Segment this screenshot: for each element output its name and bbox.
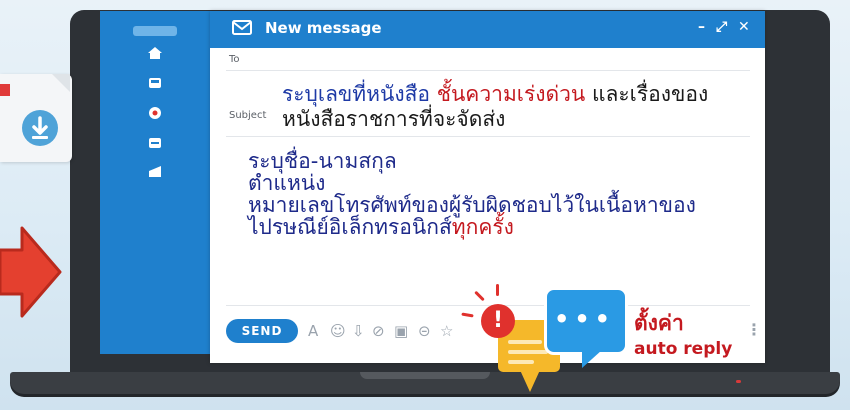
close-icon[interactable]: ✕ (738, 19, 750, 35)
subject-label: Subject (229, 110, 267, 121)
to-label: To (229, 54, 240, 65)
drafts-icon[interactable] (146, 136, 164, 150)
subject-field[interactable]: ระบุเลขที่หนังสือ ชั้นความเร่งด่วน และเร… (282, 82, 762, 132)
alert-ray (496, 284, 499, 296)
chat-bubble-blue-tail (582, 350, 602, 368)
body-line-email-text: ไปรษณีย์อิเล็กทรอนิกส์ (248, 215, 452, 239)
body-line-email-emphasis: ทุกครั้ง (451, 215, 514, 239)
alert-icon: ! (481, 304, 515, 338)
to-field[interactable] (226, 70, 750, 71)
minimize-button[interactable]: – (698, 19, 705, 35)
download-icon (22, 110, 58, 146)
message-body[interactable]: ระบุชื่อ-นามสกุล ตำแหน่ง หมายเลขโทรศัพท์… (248, 150, 696, 238)
home-icon[interactable] (146, 46, 164, 60)
star-icon[interactable]: ☆ (440, 322, 453, 340)
callout-title: ตั้งค่า (634, 311, 684, 335)
subject-divider (226, 136, 750, 137)
format-text-icon[interactable]: A (308, 322, 318, 340)
send-button[interactable]: SEND (226, 319, 298, 343)
laptop-notch (360, 372, 490, 379)
expand-icon[interactable]: ⤢ (716, 19, 727, 35)
chat-bubble-yellow-tail (520, 370, 540, 392)
envelope-icon (232, 20, 252, 39)
body-line-name: ระบุชื่อ-นามสกุล (248, 149, 397, 173)
callout-subtitle: auto reply (634, 339, 733, 359)
subject-part-4: หนังสือราชการที่จะจัดส่ง (282, 107, 506, 131)
chat-line (508, 350, 548, 354)
laptop-led (736, 380, 741, 383)
document-badge (0, 84, 10, 96)
sidebar-compose-button[interactable] (133, 26, 177, 36)
body-line-position: ตำแหน่ง (248, 171, 326, 195)
drive-icon[interactable]: ⊘ (372, 322, 385, 340)
body-line-email: ไปรษณีย์อิเล็กทรอนิกส์ทุกครั้ง (248, 216, 696, 238)
subject-part-2: ชั้นความเร่งด่วน (436, 82, 586, 106)
subject-part-1: ระบุเลขที่หนังสือ (282, 82, 431, 106)
chat-line (508, 340, 542, 344)
tag-icon[interactable] (146, 106, 164, 120)
emoji-icon[interactable]: ☺ (330, 322, 346, 340)
link-icon[interactable]: ⊝ (418, 322, 431, 340)
image-icon[interactable]: ▣ (394, 322, 408, 340)
typing-dots-icon: ••• (554, 305, 616, 333)
inbox-icon[interactable] (146, 76, 164, 90)
document-fold (52, 74, 70, 92)
attach-icon[interactable]: ⇩ (352, 322, 365, 340)
mail-sidebar (100, 11, 210, 354)
compose-title: New message (265, 19, 382, 37)
more-options-icon[interactable]: ⋮ (746, 320, 762, 339)
subject-part-3: และเรื่องของ (591, 82, 709, 106)
stats-icon[interactable] (146, 164, 164, 178)
chat-line (508, 360, 534, 364)
body-line-phone: หมายเลขโทรศัพท์ของผู้รับผิดชอบไว้ในเนื้อ… (248, 193, 696, 217)
arrow-right-icon (0, 222, 64, 326)
